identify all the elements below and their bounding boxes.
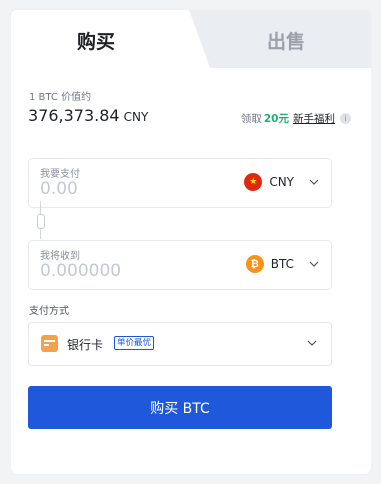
pay-amount-field[interactable]: 我要支付 0.00 ★ CNY [28, 158, 332, 208]
buy-btc-button[interactable]: 购买 BTC [28, 386, 332, 429]
swap-connector-top [40, 201, 41, 215]
receive-amount-input[interactable]: 0.000000 [40, 261, 121, 281]
receive-amount-field[interactable]: 我将收到 0.000000 ₿ BTC [28, 240, 332, 290]
best-price-badge: 单价最优 [114, 336, 155, 350]
price-caption: 1 BTC 价值约 [29, 92, 92, 103]
bitcoin-icon: ₿ [245, 255, 264, 273]
info-icon[interactable]: i [340, 113, 351, 124]
payment-method-select[interactable]: 银行卡 单价最优 [28, 322, 332, 366]
promo-amount: 20元 [263, 113, 289, 125]
tab-buy[interactable]: 购买 [56, 10, 136, 68]
chevron-down-icon [309, 261, 319, 267]
cn-flag-icon: ★ [244, 173, 263, 191]
chevron-down-icon [309, 179, 319, 185]
promo-link[interactable]: 新手福利 [293, 113, 335, 125]
trade-tabs: 购买 出售 [11, 10, 371, 68]
promo-prefix: 领取 [240, 113, 262, 125]
bank-card-icon [41, 335, 58, 352]
btc-price: 376,373.84 CNY [28, 106, 148, 125]
swap-connector-bottom [40, 229, 41, 239]
receive-currency-select[interactable]: ₿ BTC [245, 255, 319, 273]
receive-currency-code: BTC [270, 257, 294, 271]
payment-method-label: 银行卡 [67, 338, 104, 352]
pay-currency-code: CNY [269, 175, 294, 189]
pay-amount-input[interactable]: 0.00 [40, 179, 78, 199]
pay-currency-select[interactable]: ★ CNY [244, 173, 319, 191]
chevron-down-icon [307, 340, 317, 346]
btc-price-value: 376,373.84 [28, 106, 120, 125]
tab-sell[interactable]: 出售 [246, 10, 326, 68]
promo-banner: 领取 20元 新手福利 i [241, 111, 351, 126]
payment-method-caption: 支付方式 [29, 306, 69, 317]
receive-amount-label: 我将收到 [40, 251, 80, 262]
swap-handle-icon[interactable] [37, 214, 45, 229]
pay-amount-label: 我要支付 [40, 169, 80, 180]
btc-price-currency: CNY [123, 110, 149, 124]
